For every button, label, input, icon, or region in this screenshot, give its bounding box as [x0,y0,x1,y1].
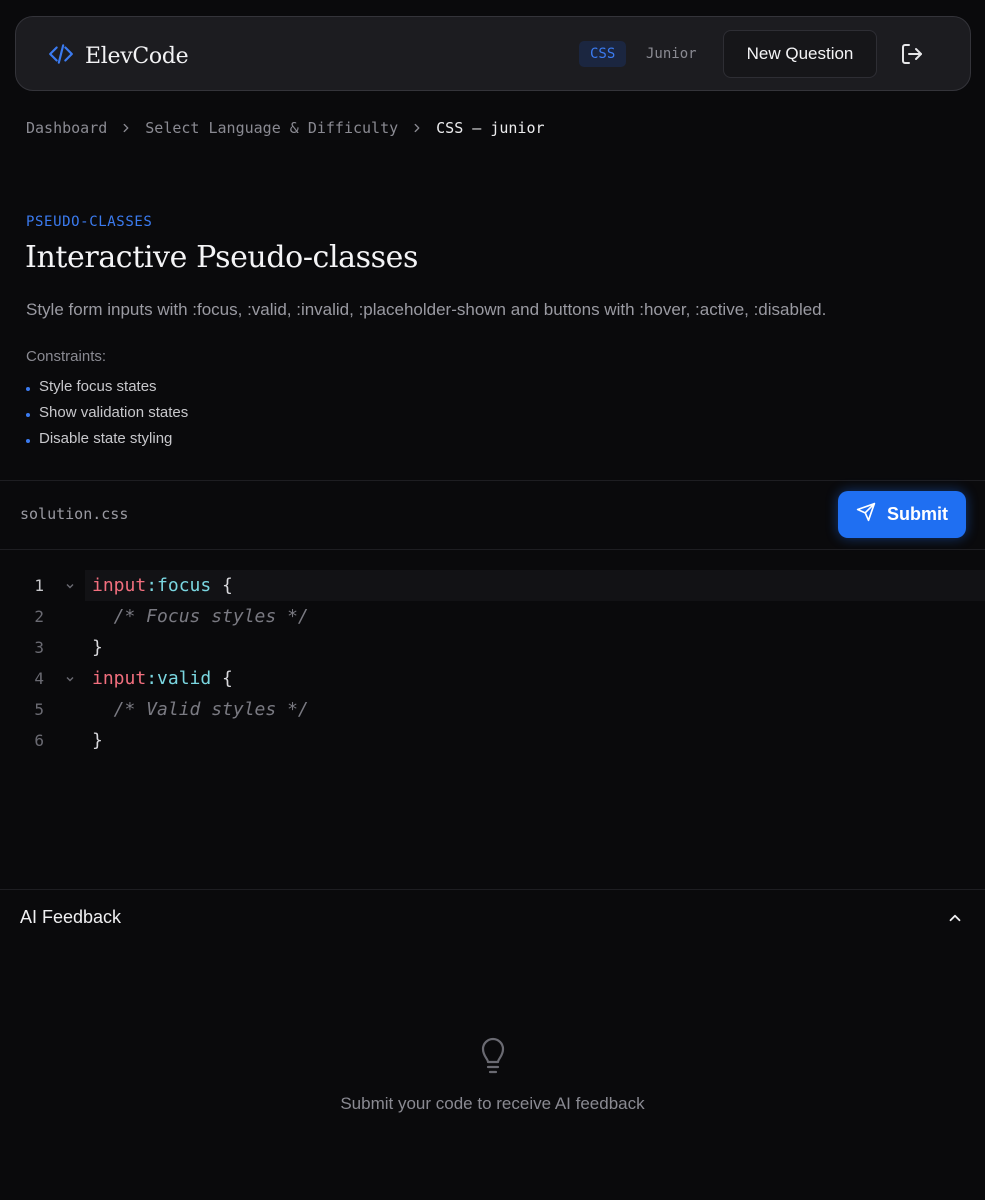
logout-icon [900,44,924,70]
code-pseudo: :valid [146,668,212,689]
submit-button[interactable]: Submit [838,491,966,538]
code-selector: input [92,668,147,689]
line-number: 3 [34,638,44,657]
feedback-title: AI Feedback [20,907,122,927]
feedback-empty-message: Submit your code to receive AI feedback [340,1094,645,1113]
line-number: 5 [34,700,44,719]
constraint-item: Disable state styling [26,426,188,452]
breadcrumb-select-language[interactable]: Select Language & Difficulty [145,119,398,137]
code-comment: /* Valid styles */ [92,699,309,720]
code-punctuation: } [92,730,103,751]
code-punctuation: { [211,575,233,596]
breadcrumb-dashboard[interactable]: Dashboard [26,119,107,137]
language-badge: CSS [579,41,627,67]
constraint-item: Show validation states [26,400,188,426]
new-question-button[interactable]: New Question [723,30,877,78]
question-title: Interactive Pseudo-classes [25,240,418,275]
code-line[interactable]: /* Focus styles */ [92,601,309,632]
code-line[interactable]: } [92,725,103,756]
fold-chevron-icon[interactable] [64,580,76,592]
logo[interactable]: ElevCode [48,41,189,72]
bullet-icon [26,438,30,443]
question-description: Style form inputs with :focus, :valid, :… [26,300,827,319]
line-number: 6 [34,731,44,750]
constraints-list: Style focus states Show validation state… [26,374,188,452]
constraint-text: Style focus states [39,378,157,395]
code-line[interactable]: input:valid { [92,663,233,694]
send-icon [856,502,887,527]
code-editor[interactable]: 1 input:focus { 2 /* Focus styles */ 3 }… [0,570,985,756]
file-name: solution.css [20,505,129,523]
constraint-text: Show validation states [39,404,189,421]
code-line[interactable]: } [92,632,103,663]
line-number: 4 [34,669,44,688]
breadcrumb: Dashboard Select Language & Difficulty C… [26,119,545,137]
code-line[interactable]: /* Valid styles */ [92,694,309,725]
fold-chevron-icon[interactable] [64,673,76,685]
submit-label: Submit [887,504,948,524]
code-punctuation: { [211,668,233,689]
chevron-right-icon [410,121,424,135]
divider [0,889,985,890]
logout-button[interactable] [900,42,924,66]
breadcrumb-current: CSS — junior [436,119,545,137]
line-number: 2 [34,607,44,626]
lightbulb-icon [478,1036,508,1076]
divider [0,549,985,550]
constraints-label: Constraints: [26,348,107,365]
chevron-up-icon[interactable] [946,909,964,927]
code-pseudo: :focus [146,575,212,596]
code-comment: /* Focus styles */ [92,606,309,627]
line-number: 1 [34,576,44,595]
code-brackets-icon [48,41,74,72]
constraint-text: Disable state styling [39,430,173,447]
level-badge: Junior [646,46,697,62]
code-punctuation: } [92,637,103,658]
app-name: ElevCode [85,44,189,69]
code-selector: input [92,575,147,596]
app-header: ElevCode CSS Junior New Question [15,16,971,91]
constraint-item: Style focus states [26,374,188,400]
chevron-right-icon [119,121,133,135]
bullet-icon [26,386,30,391]
code-line[interactable]: input:focus { [92,570,233,601]
divider [0,480,985,481]
bullet-icon [26,412,30,417]
question-category: PSEUDO-CLASSES [26,214,153,230]
